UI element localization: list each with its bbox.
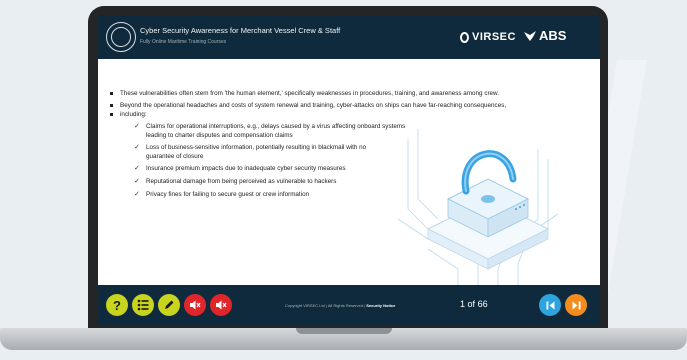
last-page-button[interactable] (565, 294, 587, 316)
check-item-continued: leading to charter disputes and compensa… (146, 131, 293, 139)
bullet-item-continued: including: (110, 110, 147, 118)
audio-off-button[interactable] (184, 294, 206, 316)
first-page-icon (546, 301, 554, 309)
pencil-icon (165, 300, 174, 309)
seal-logo-icon (106, 22, 136, 52)
course-footer: ? Copyright VIRSEC Ltd | All Rights Rese… (98, 285, 600, 325)
bullet-item: These vulnerabilities often stem from 't… (109, 90, 500, 97)
check-item: ✓ Reputational damage from being perceiv… (134, 178, 337, 185)
virsec-mark-icon (460, 31, 469, 43)
course-subtitle: Fully Online Maritime Training Courses (140, 39, 227, 45)
laptop-notch (296, 328, 392, 334)
page-indicator: 1 of 66 (460, 299, 488, 309)
check-icon: ✓ (134, 123, 140, 130)
bullet-item: Beyond the operational headaches and cos… (109, 102, 507, 109)
course-header: Cyber Security Awareness for Merchant Ve… (98, 15, 600, 59)
last-page-icon (572, 301, 580, 309)
check-item-continued: guarantee of closure (146, 152, 204, 160)
check-icon: ✓ (134, 178, 140, 185)
check-item: ✓ Privacy fines for failing to secure gu… (134, 191, 310, 198)
security-notice-link[interactable]: Security Notice (366, 303, 395, 308)
notes-button[interactable] (158, 294, 180, 316)
abs-logo: ABS (523, 28, 566, 43)
first-page-button[interactable] (539, 294, 561, 316)
help-icon: ? (113, 297, 121, 313)
check-icon: ✓ (134, 144, 140, 151)
course-screen: Cyber Security Awareness for Merchant Ve… (98, 15, 600, 325)
course-title: Cyber Security Awareness for Merchant Ve… (140, 26, 341, 35)
help-button[interactable]: ? (106, 294, 128, 316)
copyright-text: Copyright VIRSEC Ltd | All Rights Reserv… (285, 303, 396, 308)
cyber-lock-illustration (397, 129, 559, 289)
audio-button[interactable] (210, 294, 232, 316)
menu-button[interactable] (132, 294, 154, 316)
check-item: ✓ Loss of business-sensitive information… (134, 144, 367, 151)
speaker-mute-icon (216, 300, 227, 310)
check-item: ✓ Insurance premium impacts due to inade… (134, 165, 346, 172)
check-item: ✓ Claims for operational interruptions, … (134, 123, 406, 130)
check-icon: ✓ (134, 165, 140, 172)
speaker-mute-icon (190, 300, 201, 310)
eagle-icon (524, 30, 536, 41)
slide-content: These vulnerabilities often stem from 't… (98, 59, 600, 289)
check-icon: ✓ (134, 191, 140, 198)
menu-list-icon (137, 299, 149, 311)
virsec-logo: VIRSEC (460, 31, 516, 43)
